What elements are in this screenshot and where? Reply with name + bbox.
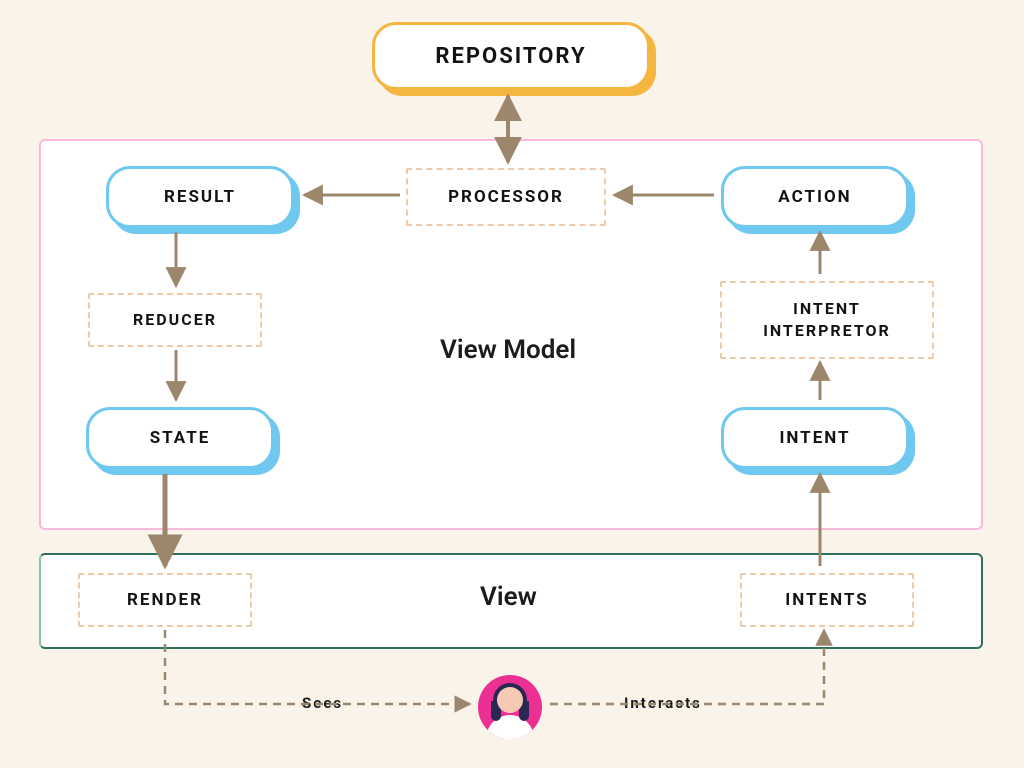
render-node: RENDER [78,573,252,627]
render-label: RENDER [127,589,203,612]
interacts-edge-label: Interacts [620,694,706,712]
repository-label: REPOSITORY [435,44,586,69]
state-label: STATE [150,428,211,448]
intents-node: INTENTS [740,573,914,627]
intents-label: INTENTS [785,589,868,612]
action-node: ACTION [721,166,909,228]
intent-node: INTENT [721,407,909,469]
action-label: ACTION [778,187,851,207]
state-node: STATE [86,407,274,469]
processor-label: PROCESSOR [448,186,564,209]
intent-interpretor-node: INTENT INTERPRETOR [720,281,934,359]
intent-label: INTENT [779,428,850,448]
view-label: View [480,582,537,612]
view-model-label: View Model [440,335,576,365]
intent-interpretor-label: INTENT INTERPRETOR [763,298,891,341]
user-avatar-icon [478,675,542,739]
reducer-node: REDUCER [88,293,262,347]
processor-node: PROCESSOR [406,168,606,226]
repository-node: REPOSITORY [372,22,650,90]
reducer-label: REDUCER [133,309,217,331]
diagram-stage: REPOSITORY RESULT PROCESSOR ACTION REDUC… [0,0,1024,768]
sees-edge-label: Sees [298,694,347,712]
result-label: RESULT [164,187,236,207]
result-node: RESULT [106,166,294,228]
